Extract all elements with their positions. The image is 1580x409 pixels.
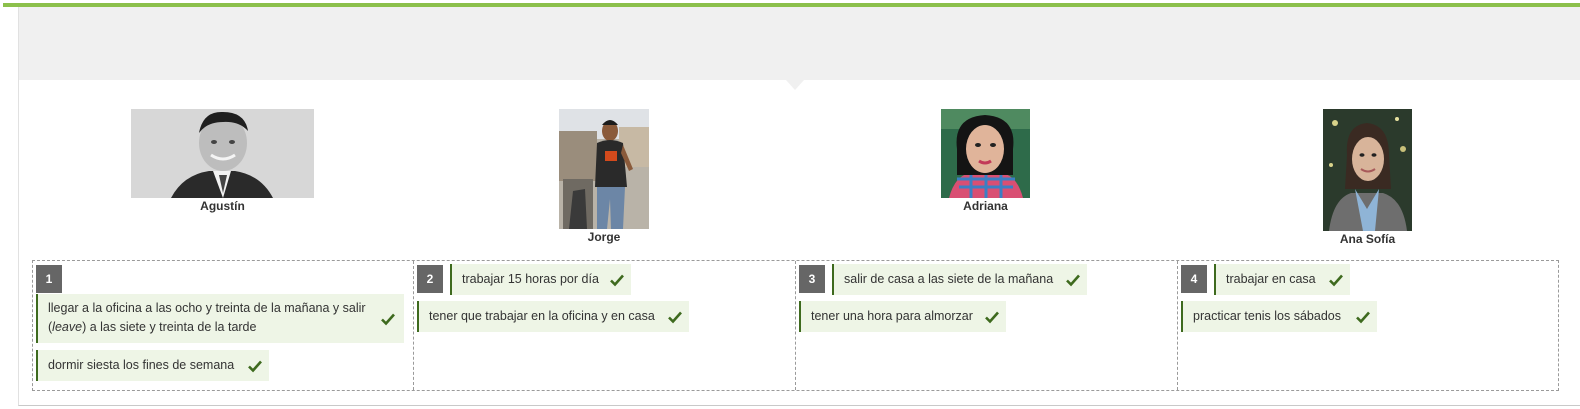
instructions-banner (19, 7, 1580, 80)
person-adriana: Adriana (941, 109, 1030, 213)
answer-chip[interactable]: trabajar 15 horas por día (450, 264, 631, 295)
person-photo (1323, 109, 1412, 231)
person-ana-sofia: Ana Sofía (1323, 109, 1412, 246)
answer-chip-text: practicar tenis los sábados (1193, 309, 1341, 324)
person-photo (131, 109, 314, 198)
drop-zone-4[interactable]: 4 trabajar en casa practicar tenis los s… (1177, 261, 1559, 390)
answer-chip[interactable]: practicar tenis los sábados (1181, 301, 1377, 332)
checkmark-icon (984, 309, 1000, 325)
checkmark-icon (1355, 309, 1371, 325)
answer-chip-text: trabajar 15 horas por día (462, 272, 599, 287)
zone-number-badge: 1 (36, 265, 62, 293)
drop-zone-1[interactable]: 1 llegar a la oficina a las ocho y trein… (33, 261, 413, 390)
person-agustin: Agustín (131, 109, 314, 213)
drop-zone-2[interactable]: 2 trabajar 15 horas por día tener que tr… (413, 261, 796, 390)
drop-zone-3[interactable]: 3 salir de casa a las siete de la mañana… (795, 261, 1178, 390)
zone-number-badge: 3 (799, 265, 825, 293)
person-name: Agustín (200, 199, 245, 213)
zone-number-badge: 2 (417, 265, 443, 293)
checkmark-icon (667, 309, 683, 325)
answer-chip[interactable]: dormir siesta los fines de semana (36, 350, 269, 381)
answer-chip-text: tener una hora para almorzar (811, 309, 973, 324)
answer-grid: 1 llegar a la oficina a las ocho y trein… (32, 260, 1559, 391)
answer-chip-text: trabajar en casa (1226, 272, 1316, 287)
answer-chip-text: salir de casa a las siete de la mañana (844, 272, 1054, 287)
answer-chip[interactable]: salir de casa a las siete de la mañana (832, 264, 1087, 295)
answer-chip-text: llegar a la oficina a las ocho y treinta… (48, 301, 366, 334)
person-name: Jorge (587, 230, 621, 244)
answer-chip[interactable]: llegar a la oficina a las ocho y treinta… (36, 294, 404, 343)
answer-chip[interactable]: tener que trabajar en la oficina y en ca… (417, 301, 689, 332)
person-jorge: Jorge (559, 109, 649, 244)
person-photo (941, 109, 1030, 198)
checkmark-icon (609, 272, 625, 288)
banner-pointer (786, 80, 804, 90)
person-name: Adriana (963, 199, 1008, 213)
answer-chip[interactable]: trabajar en casa (1214, 264, 1350, 295)
checkmark-icon (247, 358, 263, 374)
checkmark-icon (1065, 272, 1081, 288)
answer-chip-text: dormir siesta los fines de semana (48, 358, 235, 373)
checkmark-icon (1328, 272, 1344, 288)
answer-chip[interactable]: tener una hora para almorzar (799, 301, 1006, 332)
checkmark-icon (380, 311, 396, 327)
zone-number-badge: 4 (1181, 265, 1207, 293)
answer-chip-text: tener que trabajar en la oficina y en ca… (429, 309, 655, 324)
person-photo (559, 109, 649, 229)
person-name: Ana Sofía (1339, 232, 1396, 246)
